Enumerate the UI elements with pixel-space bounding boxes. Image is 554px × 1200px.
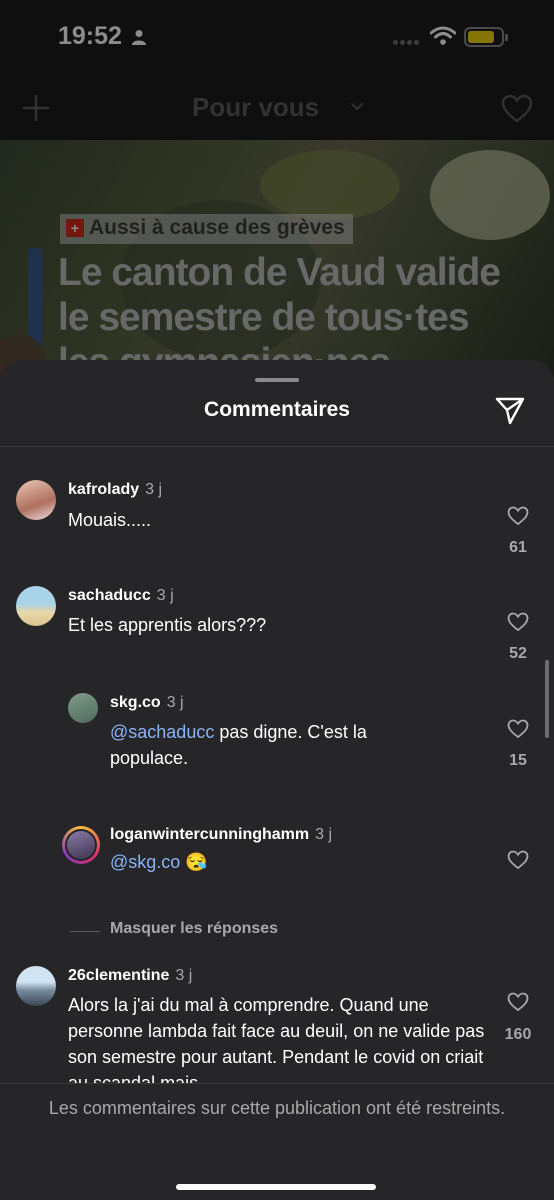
like-heart-icon[interactable] (507, 612, 529, 632)
comment-username[interactable]: loganwintercunninghamm 3 j (110, 826, 332, 844)
home-indicator[interactable] (176, 1184, 376, 1190)
restricted-notice: Les commentaires sur cette publication o… (48, 1098, 506, 1118)
comment-text: @skg.co 😪 (110, 852, 208, 872)
avatar-story-ring[interactable] (62, 826, 100, 864)
post-background: 19:52 Pour vous + Aussi à cause des grève… (0, 0, 554, 420)
like-heart-icon[interactable] (507, 992, 529, 1012)
like-heart-icon[interactable] (507, 719, 529, 739)
like-count: 52 (509, 645, 527, 662)
mention-link[interactable]: @skg.co (110, 852, 180, 872)
divider (70, 931, 100, 932)
comment-username[interactable]: sachaducc 3 j (68, 587, 174, 605)
sheet-title: Commentaires (204, 398, 350, 421)
share-send-icon[interactable] (494, 396, 526, 426)
avatar[interactable] (16, 966, 56, 1006)
like-count: 61 (509, 539, 527, 556)
avatar[interactable] (16, 586, 56, 626)
mention-link[interactable]: @sachaducc (110, 722, 214, 742)
overlay-dim (0, 0, 554, 420)
divider (0, 446, 554, 447)
comment-username[interactable]: kafrolady 3 j (68, 481, 162, 499)
comment-username[interactable]: skg.co 3 j (110, 694, 184, 712)
like-count: 15 (509, 752, 527, 769)
scrollbar[interactable] (545, 660, 549, 738)
comment-text: @sachaducc pas digne. C'est la populace. (110, 722, 367, 768)
comment-text: Alors la j'ai du mal à comprendre. Quand… (68, 995, 485, 1084)
like-heart-icon[interactable] (507, 506, 529, 526)
sheet-drag-handle[interactable] (255, 378, 299, 382)
like-count: 160 (504, 1026, 532, 1043)
hide-replies-button[interactable]: Masquer les réponses (110, 920, 278, 938)
like-heart-icon[interactable] (507, 850, 529, 870)
comment-username[interactable]: 26clementine 3 j (68, 967, 192, 985)
comments-sheet: Commentaires kafrolady 3 j Mouais..... 61… (0, 360, 554, 1200)
comment-text: Mouais..... (68, 510, 152, 530)
avatar[interactable] (68, 693, 98, 723)
comment-text: Et les apprentis alors??? (68, 615, 267, 635)
restricted-comments-footer: Les commentaires sur cette publication o… (0, 1083, 554, 1200)
avatar[interactable] (16, 480, 56, 520)
